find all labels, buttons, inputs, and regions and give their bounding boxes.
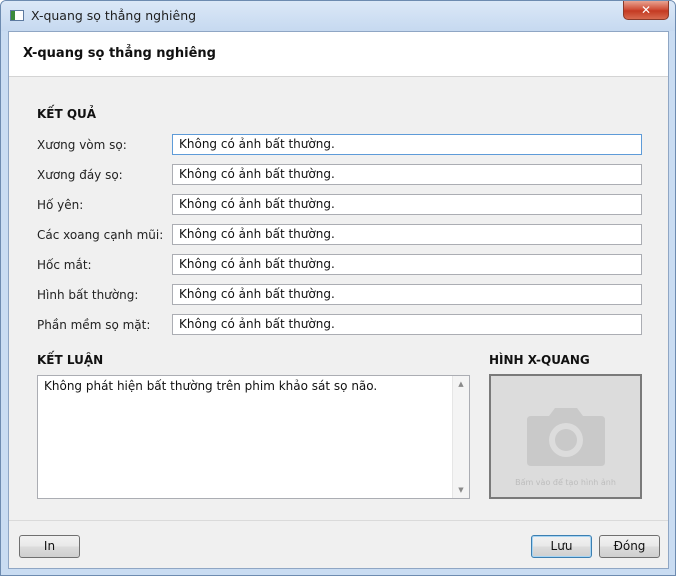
xray-image-placeholder[interactable]: Bấm vào để tạo hình ảnh [489,374,642,499]
app-icon [10,10,24,21]
conclusion-text: Không phát hiện bất thường trên phim khả… [44,379,378,393]
field-label-cac-xoang: Các xoang cạnh mũi: [37,228,164,242]
dialog-content: X-quang sọ thẳng nghiêng KẾT QUẢ Xương v… [8,31,669,569]
scroll-down-icon[interactable]: ▼ [453,482,469,498]
field-label-ho-yen: Hố yên: [37,198,84,212]
page-title: X-quang sọ thẳng nghiêng [23,46,216,61]
window-close-button[interactable]: ✕ [623,1,669,20]
field-label-hinh-bat-thuong: Hình bất thường: [37,288,139,302]
input-phan-mem[interactable]: Không có ảnh bất thường. [172,314,642,335]
input-hoc-mat[interactable]: Không có ảnh bất thường. [172,254,642,275]
title-bar[interactable]: X-quang sọ thẳng nghiêng ✕ [1,1,675,31]
input-hinh-bat-thuong[interactable]: Không có ảnh bất thường. [172,284,642,305]
conclusion-section-title: KẾT LUẬN [37,353,104,367]
dialog-window: X-quang sọ thẳng nghiêng ✕ X-quang sọ th… [0,0,676,576]
image-hint-text: Bấm vào để tạo hình ảnh [515,478,616,487]
field-label-hoc-mat: Hốc mắt: [37,258,92,272]
window-title: X-quang sọ thẳng nghiêng [31,8,197,23]
dialog-header: X-quang sọ thẳng nghiêng [9,32,668,77]
field-label-xuong-vom-so: Xương vòm sọ: [37,138,127,152]
conclusion-scrollbar[interactable]: ▲ ▼ [452,376,469,498]
conclusion-textarea[interactable]: Không phát hiện bất thường trên phim khả… [37,375,470,499]
scroll-up-icon[interactable]: ▲ [453,376,469,392]
input-cac-xoang[interactable]: Không có ảnh bất thường. [172,224,642,245]
field-label-phan-mem: Phần mềm sọ mặt: [37,318,151,332]
input-ho-yen[interactable]: Không có ảnh bất thường. [172,194,642,215]
footer-divider [9,520,668,521]
field-label-xuong-day-so: Xương đáy sọ: [37,168,123,182]
image-section-title: HÌNH X-QUANG [489,353,590,367]
camera-icon [527,408,605,466]
close-button[interactable]: Đóng [599,535,660,558]
save-button[interactable]: Lưu [531,535,592,558]
input-xuong-day-so[interactable]: Không có ảnh bất thường. [172,164,642,185]
input-xuong-vom-so[interactable]: Không có ảnh bất thường. [172,134,642,155]
print-button[interactable]: In [19,535,80,558]
results-section-title: KẾT QUẢ [37,107,97,121]
